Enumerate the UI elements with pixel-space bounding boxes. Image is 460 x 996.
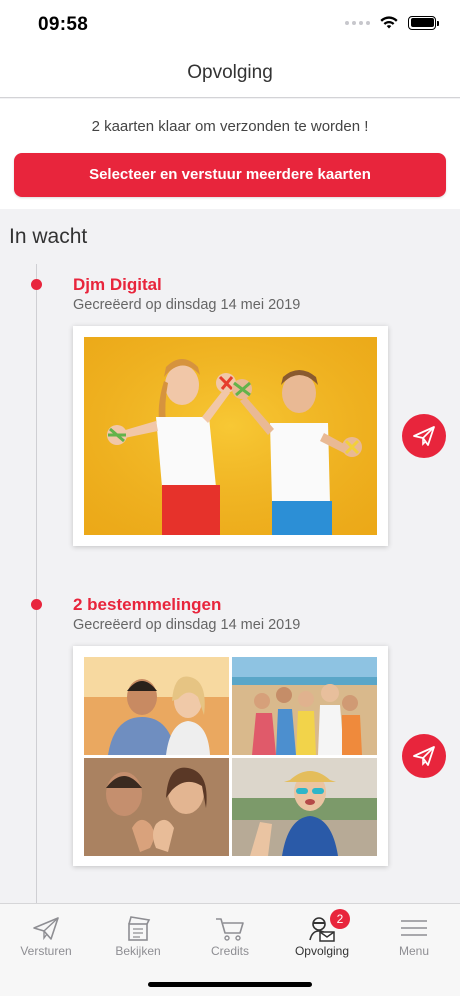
entry-title[interactable]: 2 bestemmelingen [73, 595, 221, 615]
card-preview[interactable] [73, 646, 388, 866]
tab-label: Versturen [20, 944, 72, 958]
page-title: Opvolging [187, 62, 273, 83]
tab-versturen[interactable]: Versturen [0, 904, 92, 964]
hamburger-icon [401, 920, 427, 936]
status-bar: 09:58 [0, 0, 460, 50]
selfie-photo [232, 758, 377, 856]
home-indicator [148, 982, 312, 987]
section-title: In wacht [9, 225, 88, 248]
kids-photo [84, 337, 377, 535]
battery-icon [408, 15, 439, 30]
heart-hands-photo [84, 758, 229, 856]
send-card-button[interactable] [402, 734, 446, 778]
cart-icon [216, 918, 244, 941]
status-time: 09:58 [38, 14, 89, 35]
status-icons [345, 15, 439, 30]
tab-bekijken[interactable]: Bekijken [92, 904, 184, 964]
entry-title[interactable]: Djm Digital [73, 275, 162, 295]
paper-plane-icon [33, 917, 59, 941]
tab-opvolging[interactable]: 2 Opvolging [276, 904, 368, 964]
group-photo [232, 657, 377, 755]
navigation-bar: Opvolging [0, 50, 460, 98]
tab-label: Opvolging [294, 944, 350, 958]
tab-credits[interactable]: Credits [184, 904, 276, 964]
entry-date: Gecreëerd op dinsdag 14 mei 2019 [73, 297, 301, 313]
timeline-dot [31, 279, 42, 290]
couple-photo [84, 657, 229, 755]
tab-label: Menu [398, 944, 430, 958]
tab-label: Bekijken [115, 944, 161, 958]
entry-date: Gecreëerd op dinsdag 14 mei 2019 [73, 617, 301, 633]
ready-banner: 2 kaarten klaar om verzonden te worden !… [0, 99, 460, 209]
wifi-icon [380, 16, 398, 29]
select-and-send-button[interactable]: Selecteer en verstuur meerdere kaarten [14, 153, 446, 197]
signal-icon [345, 20, 370, 25]
tab-label: Credits [210, 944, 249, 958]
timeline-line [36, 264, 37, 904]
clapperboard-icon [128, 916, 151, 941]
card-preview[interactable] [73, 326, 388, 546]
paper-plane-icon [413, 426, 435, 446]
paper-plane-icon [413, 746, 435, 766]
timeline-dot [31, 599, 42, 610]
ready-message: 2 kaarten klaar om verzonden te worden ! [91, 118, 369, 135]
tab-menu[interactable]: Menu [368, 904, 460, 964]
send-card-button[interactable] [402, 414, 446, 458]
tab-bar: Versturen Bekijken Credits 2 Opvolging M… [0, 903, 460, 996]
notification-badge: 2 [330, 909, 350, 929]
